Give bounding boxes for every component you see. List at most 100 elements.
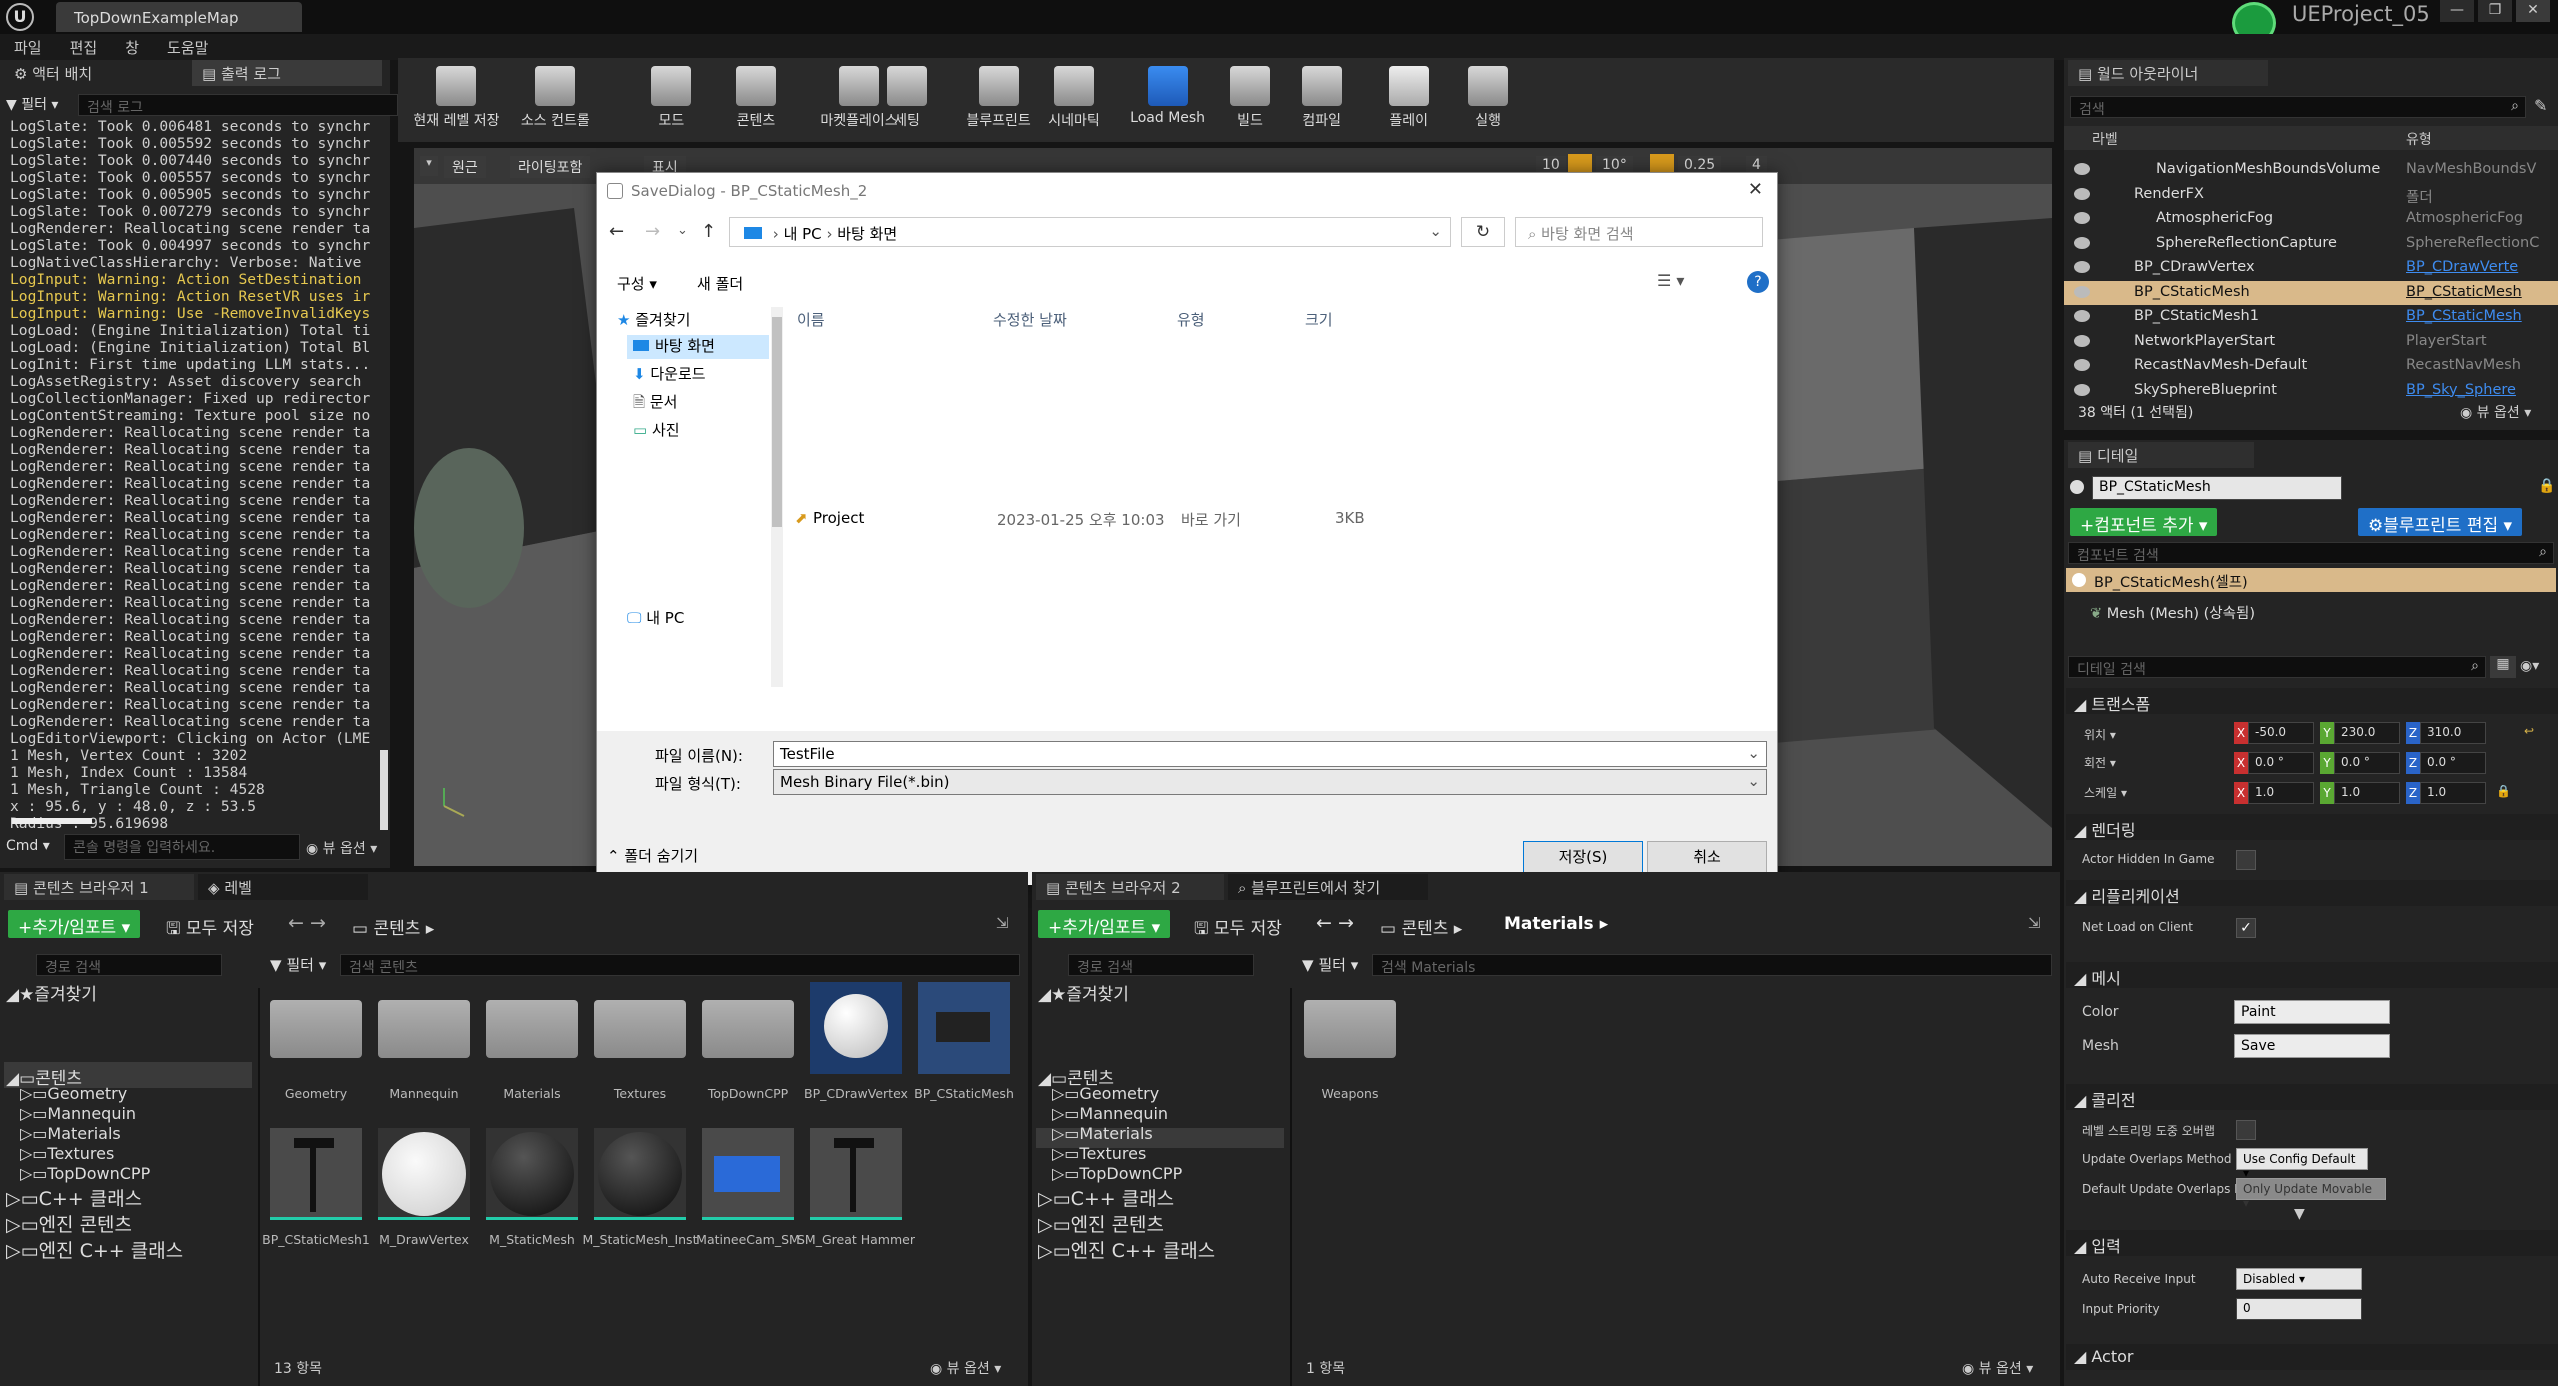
maximize-icon[interactable]: ❐ [2478,0,2512,22]
section-actor[interactable]: ◢ Actor [2066,1344,2558,1370]
console-input[interactable]: 콘솔 명령을 입력하세요. [64,834,300,860]
tree-folder[interactable]: ▷▭엔진 콘텐츠 [1038,1210,1215,1236]
close-icon[interactable]: ✕ [2516,0,2550,22]
asset-tile[interactable]: SM_Great Hammer [797,1128,915,1247]
asset-tile[interactable]: M_DrawVertex [378,1128,470,1247]
save-mesh-button[interactable]: Save [2234,1034,2390,1058]
update-overlaps-select[interactable]: Use Config Default ▾ [2236,1148,2368,1180]
filename-input[interactable]: TestFile ⌄ [773,741,1767,767]
col-modified[interactable]: 수정한 날짜 [993,309,1067,330]
scale-z-field[interactable]: 1.0 [2420,782,2486,804]
forward-arrow-icon[interactable]: → [645,221,660,242]
view-options-button[interactable]: ◉ 뷰 옵션 ▾ [930,1358,1001,1378]
edit-blueprint-button[interactable]: ⚙블루프린트 편집 ▾ [2358,508,2523,536]
col-type[interactable]: 유형 [1177,309,1205,330]
content-search-input[interactable]: 검색 콘텐츠 [340,954,1020,976]
asset-tile[interactable]: BP_CStaticMesh1 [262,1128,370,1247]
tab-place-actors[interactable]: ⚙ 액터 배치 [4,60,184,86]
component-search-input[interactable]: 컴포넌트 검색 ⌕ [2068,542,2554,564]
filter-button[interactable]: ▼ 필터 ▾ [1302,954,1358,975]
actor-name-input[interactable]: BP_CStaticMesh [2092,476,2342,500]
nav-this-pc[interactable]: 🖵 내 PC [627,607,684,628]
col-label[interactable]: 라벨 [2092,129,2118,149]
col-name[interactable]: 이름 [797,309,825,330]
col-type[interactable]: 유형 [2406,129,2432,149]
asset-tile[interactable]: M_StaticMesh_Inst [583,1128,697,1247]
lighting-button[interactable]: 라이팅포함 [510,156,591,178]
scale-label[interactable]: 스케일 ▾ [2084,784,2127,801]
outliner-row[interactable]: NetworkPlayerStart PlayerStart [2064,330,2558,354]
file-row[interactable]: ⬈ Project 2023-01-25 오후 10:03 바로 가기 3KB [785,507,1779,531]
recent-dropdown-icon[interactable]: ⌄ [677,223,688,238]
content-search-input[interactable]: 검색 Materials [1372,954,2052,976]
outliner-row[interactable]: BP_CDrawVertex BP_CDrawVerte [2064,256,2558,280]
menu-edit[interactable]: 편집 [70,37,98,57]
outliner-search-input[interactable]: 검색 ⌕ [2070,96,2526,118]
actor-type[interactable]: BP_Sky_Sphere [2406,382,2516,398]
filter-button[interactable]: ▼ 필터 ▾ [270,954,326,975]
eye-icon[interactable] [2074,359,2090,371]
eye-icon[interactable] [2074,261,2090,273]
net-load-checkbox[interactable]: ✓ [2236,918,2256,938]
log-scrollbar[interactable] [380,750,388,830]
refresh-icon[interactable]: ↻ [1461,217,1505,247]
nav-pictures[interactable]: ▭ 사진 [633,419,680,440]
asset-tile[interactable]: Weapons [1304,982,1396,1101]
toolbar-compile-button[interactable]: 컴파일 [1301,66,1342,130]
outliner-row[interactable]: SkySphereBlueprint BP_Sky_Sphere [2064,379,2558,403]
path-search-input[interactable]: 경로 검색 [1068,954,1254,976]
scale-y-field[interactable]: 1.0 [2334,782,2400,804]
asset-tile[interactable]: BP_CStaticMesh [914,982,1014,1101]
expand-advanced-icon[interactable]: ▼ [2294,1206,2305,1222]
tab-levels[interactable]: ◈ 레벨 [198,874,368,900]
save-all-button[interactable]: 🖫 모두 저장 [166,914,254,945]
actor-hidden-checkbox[interactable] [2236,850,2256,870]
rotation-label[interactable]: 회전 ▾ [2084,754,2116,771]
viewport-options-button[interactable]: ▾ [420,156,438,176]
new-folder-button[interactable]: 새 폴더 [697,273,743,294]
favorites-header[interactable]: ◢★즐겨찾기 [6,980,97,1005]
history-arrows-icon[interactable]: ← → [288,912,326,934]
location-label[interactable]: 위치 ▾ [2084,726,2116,743]
organize-button[interactable]: 구성 ▾ [617,273,657,294]
breadcrumb-this-pc[interactable]: 내 PC [784,225,822,243]
section-transform[interactable]: ◢ 트랜스폼 [2066,688,2558,714]
nav-quick-access[interactable]: ★ 즐겨찾기 [617,309,690,330]
tree-folder[interactable]: ▷▭Textures [1038,1144,1215,1164]
address-dropdown-icon[interactable]: ⌄ [1429,222,1442,240]
actor-type[interactable]: BP_CStaticMesh [2406,308,2522,324]
up-arrow-icon[interactable]: ↑ [701,221,716,242]
filetype-select[interactable]: Mesh Binary File(*.bin) ⌄ [773,769,1767,795]
save-all-button[interactable]: 🖫 모두 저장 [1194,914,1282,945]
tree-folder[interactable]: ▷▭엔진 C++ 클래스 [1038,1236,1215,1262]
outliner-row[interactable]: BP_CStaticMesh1 BP_CStaticMesh [2064,305,2558,329]
menu-help[interactable]: 도움말 [167,37,208,57]
toolbar-source-control-button[interactable]: 소스 컨트롤 [521,66,590,130]
lock-icon[interactable]: 🔒 [2538,478,2555,494]
nav-scrollbar[interactable] [771,307,783,687]
location-z-field[interactable]: 310.0 [2420,722,2486,744]
section-rendering[interactable]: ◢ 렌더링 [2066,814,2558,840]
details-search-input[interactable]: 디테일 검색 ⌕ [2068,656,2486,678]
back-arrow-icon[interactable]: ← [609,221,624,242]
tree-folder[interactable]: ▷▭엔진 콘텐츠 [6,1210,183,1236]
details-view-options-icon[interactable]: ◉▾ [2520,658,2539,674]
add-import-button[interactable]: +추가/임포트 ▾ [8,910,141,938]
section-replication[interactable]: ◢ 리플리케이션 [2066,880,2558,906]
tree-folder[interactable]: ▷▭Materials [6,1124,183,1144]
tree-folder[interactable]: ▷▭엔진 C++ 클래스 [6,1236,183,1262]
toolbar-cube-button[interactable]: Load Mesh [1130,66,1205,126]
rotation-x-field[interactable]: 0.0 ° [2248,752,2314,774]
asset-tile[interactable]: TopDownCPP [702,982,794,1101]
asset-tile[interactable]: Geometry [270,982,362,1101]
property-matrix-icon[interactable]: ▦ [2490,656,2516,678]
toolbar-launch-button[interactable]: 실행 [1468,66,1509,130]
default-update-select[interactable]: Only Update Movable ▾ [2236,1178,2386,1210]
asset-tile[interactable]: Textures [594,982,686,1101]
toolbar-content-button[interactable]: 콘텐츠 [735,66,776,130]
outliner-options-icon[interactable]: ✎ [2534,96,2547,115]
rotation-y-field[interactable]: 0.0 ° [2334,752,2400,774]
tab-world-outliner[interactable]: ▤ 월드 아웃라이너 [2068,60,2268,86]
toolbar-build-button[interactable]: 빌드 [1230,66,1270,130]
toolbar-play-button[interactable]: 플레이 [1388,66,1429,130]
